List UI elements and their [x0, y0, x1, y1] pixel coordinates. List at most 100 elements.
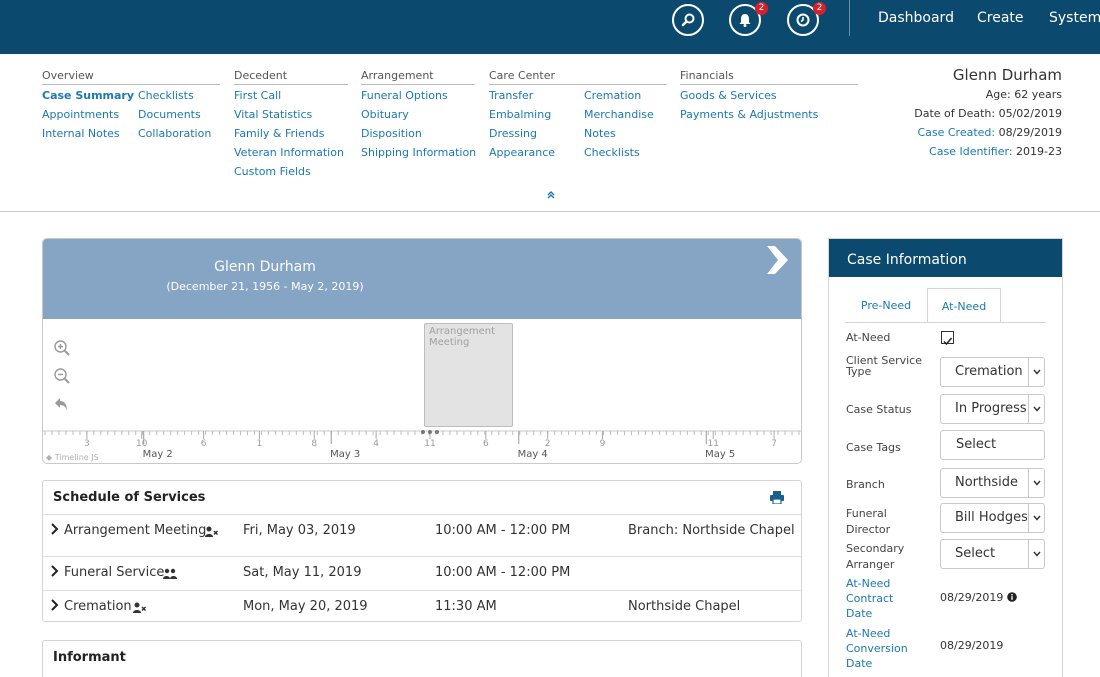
menu-link-dressing[interactable]: Dressing [489, 127, 537, 140]
client-service-type-select[interactable]: Cremation [940, 357, 1045, 387]
informant-title: Informant [53, 650, 126, 665]
menu-link-merchandise[interactable]: Merchandise [584, 108, 654, 121]
schedule-row[interactable]: Cremation Mon, May 20, 2019 11:30 AM Nor… [43, 590, 801, 622]
timeline-hour-label: 9 [600, 439, 606, 449]
nav-system[interactable]: System [1049, 10, 1100, 26]
case-created: Case Created: 08/29/2019 [917, 126, 1062, 139]
at-need-label: At-Need [846, 331, 891, 344]
nav-create[interactable]: Create [977, 10, 1024, 26]
timeline-credit: ◆ Timeline JS [46, 453, 99, 462]
menu-link-payments-adjustments[interactable]: Payments & Adjustments [680, 108, 818, 121]
menu-link-cremation[interactable]: Cremation [584, 89, 641, 102]
menu-link-embalming[interactable]: Embalming [489, 108, 551, 121]
search-button[interactable] [672, 4, 704, 36]
menu-link-funeral-options[interactable]: Funeral Options [361, 89, 448, 102]
funeral-director-select[interactable]: Bill Hodges [940, 503, 1045, 533]
timeline-event-marker[interactable] [427, 430, 432, 435]
case-age: Age: 62 years [985, 88, 1062, 101]
zoom-out-icon[interactable] [53, 367, 71, 385]
menu-link-shipping-information[interactable]: Shipping Information [361, 146, 476, 159]
at-need-checkbox[interactable] [941, 331, 954, 346]
case-tags-input[interactable]: Select [940, 430, 1045, 460]
menu-link-veteran-information[interactable]: Veteran Information [234, 146, 344, 159]
schedule-row[interactable]: Arrangement Meeting Fri, May 03, 2019 10… [43, 514, 801, 556]
at-need-conversion-date-label[interactable]: At-Need Conversion Date [846, 626, 916, 671]
timeline-event-arrangement-meeting[interactable]: Arrangement Meeting [424, 323, 513, 427]
notifications-button[interactable]: 2 [729, 2, 768, 36]
menu-link-appointments[interactable]: Appointments [42, 108, 119, 121]
menu-link-internal-notes[interactable]: Internal Notes [42, 127, 120, 140]
service-name: Arrangement Meeting [64, 523, 207, 538]
timeline-name: Glenn Durham [214, 259, 316, 275]
clock-icon [796, 13, 810, 27]
menu-link-case-summary[interactable]: Case Summary [42, 89, 134, 102]
case-status-select[interactable]: In Progress [940, 394, 1045, 424]
timeline-event-marker[interactable] [421, 430, 425, 435]
timeline-panel: Glenn Durham (December 21, 1956 - May 2,… [42, 238, 802, 464]
case-date-of-death: Date of Death: 05/02/2019 [914, 107, 1062, 120]
case-tags-label: Case Tags [846, 441, 901, 454]
schedule-row[interactable]: Funeral Service Sat, May 11, 2019 10:00 … [43, 556, 801, 590]
service-location: Northside Chapel [628, 599, 741, 614]
timeline-axis[interactable]: 3 10 6 1 8 4 11 6 2 9 11 7 May 2 May 3 May 4 May 5 [43, 430, 801, 464]
timeline-body: Arrangement Meeting 3 10 6 1 8 4 11 6 2 9 11 7 May 2… [43, 319, 801, 464]
menu-link-care-checklists[interactable]: Checklists [584, 146, 640, 159]
undo-icon[interactable] [53, 395, 71, 413]
menu-link-first-call[interactable]: First Call [234, 89, 281, 102]
menu-heading-arrangement: Arrangement [361, 69, 475, 85]
menu-link-appearance[interactable]: Appearance [489, 146, 555, 159]
tab-pre-need[interactable]: Pre-Need [847, 288, 925, 323]
funeral-director-label: Funeral Director [846, 507, 891, 536]
print-icon[interactable] [770, 491, 784, 504]
menu-link-notes[interactable]: Notes [584, 127, 616, 140]
case-identifier-value: 2019-23 [1016, 145, 1062, 158]
chevron-right-icon[interactable] [761, 243, 791, 277]
timeline-event-marker[interactable] [434, 430, 439, 435]
menu-link-obituary[interactable]: Obituary [361, 108, 409, 121]
case-created-label: Case Created: [917, 126, 996, 139]
secondary-arranger-select[interactable]: Select [940, 539, 1045, 569]
timeline-day-label: May 2 [143, 449, 173, 460]
nav-dashboard[interactable]: Dashboard [878, 10, 954, 26]
menu-link-transfer[interactable]: Transfer [489, 89, 533, 102]
menu-link-family-friends[interactable]: Family & Friends [234, 127, 325, 140]
chevron-right-icon[interactable] [50, 599, 60, 615]
at-need-conversion-date: 08/29/2019 [940, 639, 1004, 652]
menu-link-checklists[interactable]: Checklists [138, 89, 194, 102]
timeline-hour-label: 1 [257, 439, 263, 449]
chevron-right-icon[interactable] [50, 565, 60, 581]
at-need-contract-date-label[interactable]: At-Need Contract Date [846, 576, 906, 621]
info-icon[interactable] [1007, 592, 1017, 602]
double-chevron-up-icon[interactable] [546, 190, 556, 203]
notifications-badge: 2 [755, 2, 768, 15]
top-bar: 2 2 Dashboard Create System [0, 0, 1100, 54]
user-x-icon [133, 602, 147, 617]
menu-link-disposition[interactable]: Disposition [361, 127, 422, 140]
reminders-button[interactable]: 2 [787, 2, 826, 36]
service-date: Mon, May 20, 2019 [243, 599, 368, 614]
menu-heading-care-center: Care Center [489, 69, 667, 85]
timeline-dates: (December 21, 1956 - May 2, 2019) [166, 280, 364, 293]
menu-link-custom-fields[interactable]: Custom Fields [234, 165, 311, 178]
case-status-value: In Progress [955, 401, 1027, 416]
menu-link-documents[interactable]: Documents [138, 108, 201, 121]
timeline-hour-label: 11 [424, 439, 435, 449]
users-icon [163, 568, 177, 583]
menu-link-vital-statistics[interactable]: Vital Statistics [234, 108, 312, 121]
tab-at-need[interactable]: At-Need [927, 288, 1001, 323]
chevron-down-icon [1028, 469, 1044, 497]
timeline-day-label: May 3 [330, 449, 360, 460]
menu-link-collaboration[interactable]: Collaboration [138, 127, 211, 140]
topbar-divider [849, 0, 850, 36]
client-service-type-value: Cremation [955, 364, 1023, 379]
branch-select[interactable]: Northside [940, 468, 1045, 498]
timeline-day-label: May 4 [518, 449, 548, 460]
case-created-value: 08/29/2019 [998, 126, 1062, 139]
zoom-in-icon[interactable] [53, 339, 71, 357]
timeline-hour-label: 8 [311, 439, 317, 449]
at-need-contract-date-value: 08/29/2019 [940, 591, 1004, 604]
branch-label: Branch [846, 478, 885, 491]
service-time: 10:00 AM - 12:00 PM [435, 565, 571, 580]
chevron-right-icon[interactable] [50, 523, 60, 539]
menu-link-goods-services[interactable]: Goods & Services [680, 89, 777, 102]
